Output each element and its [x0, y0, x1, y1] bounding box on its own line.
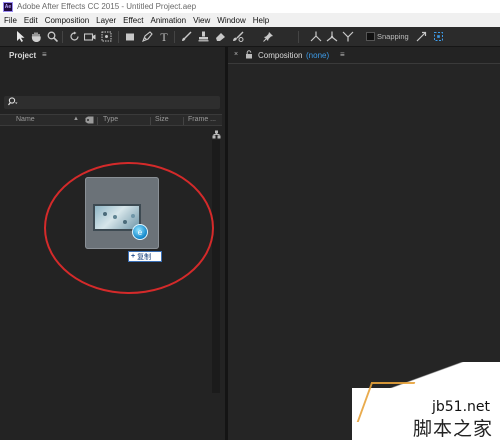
world-axis-mode-icon[interactable]	[326, 30, 338, 43]
project-search-input[interactable]	[4, 96, 220, 109]
camera-tool-icon[interactable]	[84, 30, 96, 43]
pen-tool-icon[interactable]	[141, 30, 153, 43]
project-panel-scrollbar[interactable]	[212, 140, 220, 393]
column-separator	[183, 117, 184, 125]
composition-tab[interactable]: Composition	[258, 51, 302, 60]
local-axis-mode-icon[interactable]	[310, 30, 322, 43]
hand-tool-icon[interactable]	[30, 30, 42, 43]
eraser-tool-icon[interactable]	[214, 30, 226, 43]
menu-window[interactable]: Window	[217, 16, 245, 25]
tools-toolbar: T Snapping	[0, 27, 500, 47]
after-effects-app-icon: Ae	[3, 1, 13, 12]
rotation-tool-icon[interactable]	[68, 30, 80, 43]
menu-layer[interactable]: Layer	[96, 16, 116, 25]
project-panel-menu-icon[interactable]: ≡	[42, 50, 47, 59]
sort-up-icon[interactable]: ▲	[73, 116, 79, 122]
menu-view[interactable]: View	[193, 16, 210, 25]
menu-bar: File Edit Composition Layer Effect Anima…	[0, 13, 500, 27]
pan-behind-tool-icon[interactable]	[100, 30, 112, 43]
snapping-label: Snapping	[377, 32, 409, 41]
toolbar-separator	[118, 31, 119, 43]
toolbar-separator	[298, 31, 299, 43]
menu-file[interactable]: File	[4, 16, 17, 25]
menu-help[interactable]: Help	[253, 16, 269, 25]
project-panel-tab[interactable]: Project	[9, 51, 36, 60]
title-bar: Ae Adobe After Effects CC 2015 - Untitle…	[0, 0, 500, 13]
label-tag-icon[interactable]	[85, 116, 94, 126]
clone-stamp-tool-icon[interactable]	[197, 30, 209, 43]
menu-effect[interactable]: Effect	[123, 16, 143, 25]
column-separator	[150, 117, 151, 125]
brush-tool-icon[interactable]	[180, 30, 192, 43]
watermark-site-name: 脚本之家	[413, 418, 494, 440]
red-annotation-circle	[44, 162, 214, 294]
search-icon[interactable]	[8, 97, 18, 108]
column-header-type[interactable]: Type	[103, 116, 118, 123]
roto-brush-tool-icon[interactable]	[232, 30, 244, 43]
project-search	[4, 96, 220, 109]
rectangle-tool-icon[interactable]	[124, 30, 136, 43]
column-header-frame-rate[interactable]: Frame ...	[188, 116, 216, 123]
selection-tool-icon[interactable]	[14, 30, 26, 43]
project-column-headers: Name ▲ Type Size Frame ...	[0, 114, 222, 126]
menu-composition[interactable]: Composition	[45, 16, 89, 25]
menu-edit[interactable]: Edit	[24, 16, 38, 25]
snapping-target-icon[interactable]	[432, 30, 444, 43]
menu-animation[interactable]: Animation	[150, 16, 186, 25]
type-tool-icon[interactable]: T	[158, 30, 170, 43]
composition-panel-menu-icon[interactable]: ≡	[340, 50, 345, 59]
snapping-options-icon[interactable]	[415, 30, 427, 43]
column-header-name[interactable]: Name	[16, 116, 35, 123]
zoom-tool-icon[interactable]	[46, 30, 58, 43]
composition-selector[interactable]: (none)	[306, 51, 329, 60]
toolbar-separator	[174, 31, 175, 43]
watermark-url: jb51.net	[432, 399, 491, 415]
snapping-checkbox[interactable]	[366, 32, 375, 41]
lock-icon[interactable]	[245, 50, 253, 61]
close-icon[interactable]: ×	[234, 51, 238, 58]
column-header-size[interactable]: Size	[155, 116, 169, 123]
toolbar-separator	[62, 31, 63, 43]
column-separator	[97, 117, 98, 125]
window-title: Adobe After Effects CC 2015 - Untitled P…	[17, 2, 197, 11]
view-axis-mode-icon[interactable]	[342, 30, 354, 43]
puppet-pin-tool-icon[interactable]	[262, 30, 274, 43]
